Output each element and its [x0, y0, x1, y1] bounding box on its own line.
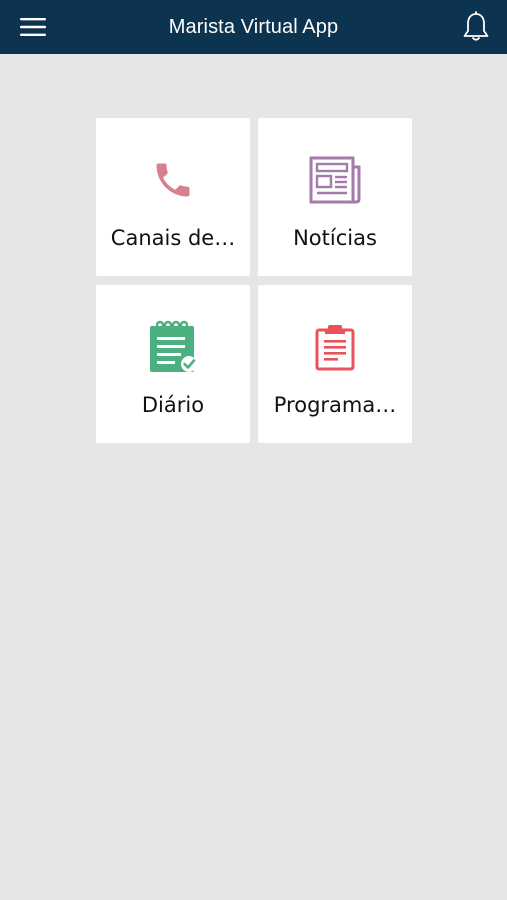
notepad-check-icon: [145, 319, 201, 375]
bell-icon: [463, 11, 489, 41]
app-screen: Marista Virtual App Canais de… Notícias …: [0, 0, 507, 900]
tile-label: Canais de…: [110, 226, 236, 250]
tile-diario[interactable]: Diário: [96, 285, 250, 443]
tile-noticias[interactable]: Notícias: [258, 118, 412, 276]
clipboard-icon: [307, 319, 363, 375]
menu-button[interactable]: [14, 12, 52, 42]
hamburger-menu-icon: [20, 18, 46, 36]
tile-label: Diário: [141, 393, 205, 417]
notifications-button[interactable]: [459, 10, 493, 44]
phone-icon: [145, 152, 201, 208]
menu-grid: Canais de… Notícias Diário Programa…: [96, 118, 412, 443]
app-title: Marista Virtual App: [168, 16, 339, 38]
tile-canais[interactable]: Canais de…: [96, 118, 250, 276]
top-bar: Marista Virtual App: [0, 0, 507, 54]
tile-label: Notícias: [293, 226, 377, 250]
tile-label: Programa…: [273, 393, 397, 417]
newspaper-icon: [307, 152, 363, 208]
tile-programa[interactable]: Programa…: [258, 285, 412, 443]
